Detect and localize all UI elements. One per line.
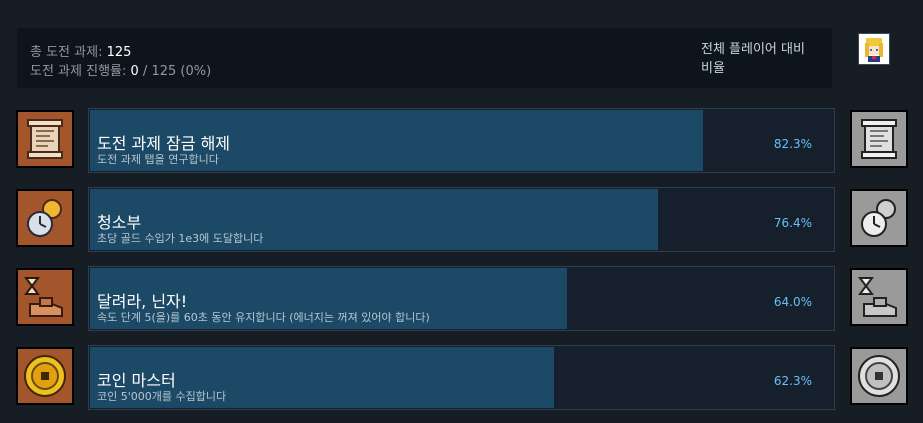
avatar-image (859, 34, 889, 64)
achievement-row[interactable]: 코인 마스터 코인 5'000개를 수집합니다 62.3% (0, 345, 923, 410)
avatar[interactable] (858, 33, 890, 65)
hourglass-boot-icon (16, 268, 74, 326)
achievement-progress: 도전 과제 진행률: 0 / 125 (0%) (30, 60, 211, 79)
achievement-percent: 64.0% (773, 295, 812, 309)
achievement-row[interactable]: 달려라, 닌자! 속도 단계 5(을)를 60초 동안 유지합니다 (에너지는 … (0, 266, 923, 331)
total-value: 125 (106, 45, 132, 60)
global-percent-header: 전체 플레이어 대비 비율 (701, 42, 805, 76)
hourglass-boot-icon-locked (850, 268, 908, 326)
progress-percent: (0%) (180, 64, 212, 79)
progress-separator: / (138, 64, 152, 79)
coin-icon (16, 347, 74, 405)
achievement-description: 코인 5'000개를 수집합니다 (97, 390, 227, 403)
coin-icon-locked (850, 347, 908, 405)
achievement-description: 초당 골드 수입가 1e3에 도달합니다 (97, 232, 264, 245)
achievement-row[interactable]: 도전 과제 잠금 해제 도전 과제 탭을 연구합니다 82.3% (0, 108, 923, 173)
achievement-percent: 62.3% (773, 374, 812, 388)
achievement-progress-bar: 도전 과제 잠금 해제 도전 과제 탭을 연구합니다 82.3% (88, 108, 835, 173)
total-label: 총 도전 과제: (30, 45, 103, 60)
achievement-progress-bar: 코인 마스터 코인 5'000개를 수집합니다 62.3% (88, 345, 835, 410)
achievement-percent: 82.3% (773, 137, 812, 151)
achievement-row[interactable]: 청소부 초당 골드 수입가 1e3에 도달합니다 76.4% (0, 187, 923, 252)
total-achievements: 총 도전 과제: 125 (30, 41, 131, 60)
achievement-progress-bar: 청소부 초당 골드 수입가 1e3에 도달합니다 76.4% (88, 187, 835, 252)
progress-total: 125 (151, 64, 177, 79)
achievement-percent: 76.4% (773, 216, 812, 230)
achievement-description: 도전 과제 탭을 연구합니다 (97, 153, 219, 166)
scroll-icon (16, 110, 74, 168)
progress-label: 도전 과제 진행률: (30, 64, 127, 79)
achievement-summary: 총 도전 과제: 125 도전 과제 진행률: 0 / 125 (0%) 전체 … (17, 28, 832, 88)
progress-current: 0 (130, 64, 139, 79)
clock-coin-icon-locked (850, 189, 908, 247)
scroll-icon-locked (850, 110, 908, 168)
achievement-description: 속도 단계 5(을)를 60초 동안 유지합니다 (에너지는 꺼져 있어야 합니… (97, 311, 430, 324)
clock-coin-icon (16, 189, 74, 247)
achievement-progress-bar: 달려라, 닌자! 속도 단계 5(을)를 60초 동안 유지합니다 (에너지는 … (88, 266, 835, 331)
